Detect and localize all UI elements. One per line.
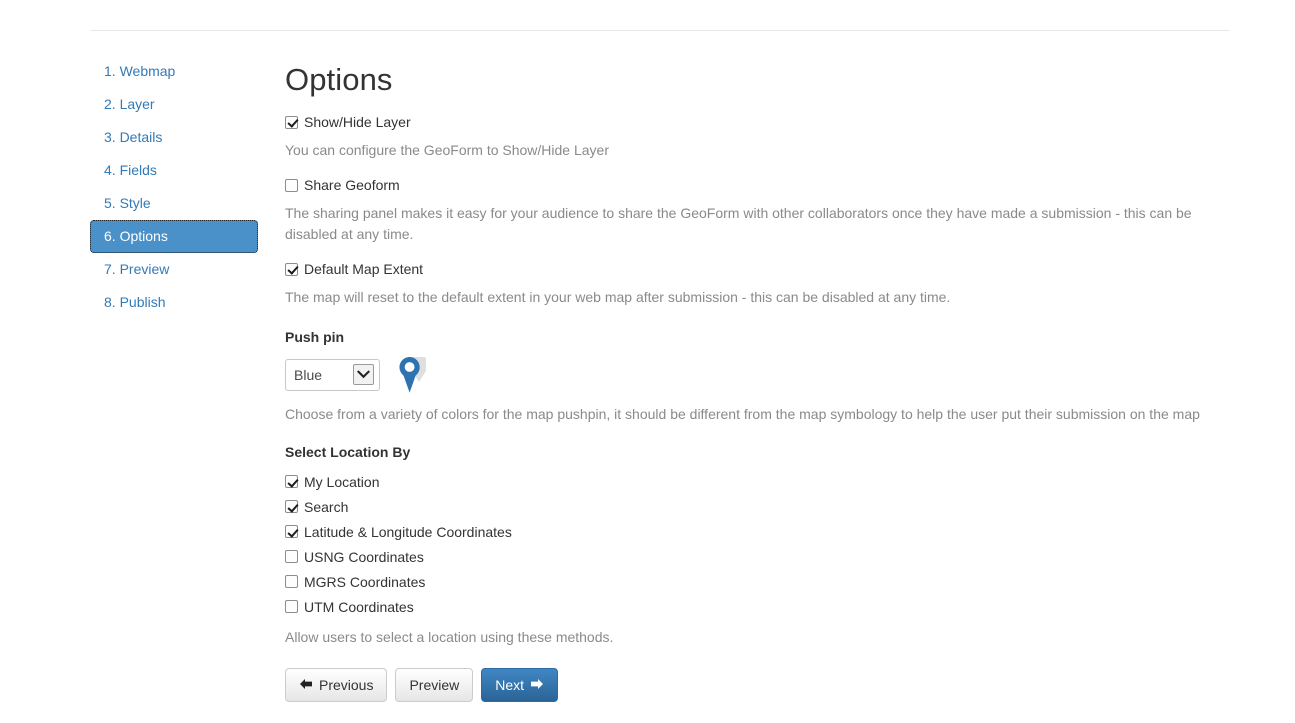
location-option-lat-long[interactable]: Latitude & Longitude Coordinates	[285, 519, 1225, 544]
location-option-search[interactable]: Search	[285, 494, 1225, 519]
push-pin-help: Choose from a variety of colors for the …	[285, 406, 1200, 422]
sidebar-item-style[interactable]: 5. Style	[90, 187, 258, 220]
utm-checkbox[interactable]	[285, 600, 298, 613]
previous-button[interactable]: Previous	[285, 668, 388, 702]
sidebar-item-webmap[interactable]: 1. Webmap	[90, 55, 258, 88]
options-panel: Options Show/Hide Layer You can configur…	[285, 62, 1225, 702]
page-root: 1. Webmap 2. Layer 3. Details 4. Fields …	[0, 0, 1295, 723]
search-label[interactable]: Search	[304, 497, 348, 517]
default-map-extent-checkbox[interactable]	[285, 262, 298, 276]
mgrs-label[interactable]: MGRS Coordinates	[304, 572, 425, 592]
sidebar-item-publish[interactable]: 8. Publish	[90, 286, 258, 319]
location-option-utm[interactable]: UTM Coordinates	[285, 594, 1225, 619]
map-pin-icon	[394, 354, 434, 396]
show-hide-layer-row[interactable]: Show/Hide Layer	[285, 112, 1225, 132]
next-button[interactable]: Next	[481, 668, 559, 702]
preview-button-label: Preview	[409, 677, 460, 693]
mgrs-checkbox[interactable]	[285, 575, 298, 588]
default-map-extent-row[interactable]: Default Map Extent	[285, 259, 1225, 279]
my-location-label[interactable]: My Location	[304, 472, 379, 492]
lat-long-checkbox[interactable]	[285, 525, 298, 538]
show-hide-layer-checkbox[interactable]	[285, 115, 298, 129]
location-option-usng[interactable]: USNG Coordinates	[285, 544, 1225, 569]
previous-button-label: Previous	[319, 677, 374, 693]
wizard-button-row: Previous Preview Next	[285, 668, 1225, 702]
share-geoform-row[interactable]: Share Geoform	[285, 175, 1225, 195]
my-location-checkbox[interactable]	[285, 475, 298, 488]
sidebar-item-preview[interactable]: 7. Preview	[90, 253, 258, 286]
default-map-extent-help: The map will reset to the default extent…	[285, 289, 951, 305]
sidebar-item-details[interactable]: 3. Details	[90, 121, 258, 154]
arrow-left-icon	[299, 678, 313, 692]
push-pin-color-select[interactable]: Blue	[285, 359, 380, 391]
share-geoform-label[interactable]: Share Geoform	[304, 175, 400, 195]
share-geoform-checkbox[interactable]	[285, 178, 298, 192]
utm-label[interactable]: UTM Coordinates	[304, 597, 414, 617]
usng-checkbox[interactable]	[285, 550, 298, 563]
push-pin-row: Blue	[285, 354, 1225, 396]
push-pin-color-select-wrap[interactable]: Blue	[285, 359, 380, 391]
select-location-by-label: Select Location By	[285, 444, 411, 460]
share-geoform-help: The sharing panel makes it easy for your…	[285, 205, 1192, 242]
push-pin-label: Push pin	[285, 329, 345, 345]
wizard-step-nav: 1. Webmap 2. Layer 3. Details 4. Fields …	[90, 55, 258, 319]
sidebar-item-fields[interactable]: 4. Fields	[90, 154, 258, 187]
select-location-by-help: Allow users to select a location using t…	[285, 629, 614, 645]
page-title: Options	[285, 62, 393, 97]
default-map-extent-label[interactable]: Default Map Extent	[304, 259, 423, 279]
lat-long-label[interactable]: Latitude & Longitude Coordinates	[304, 522, 512, 542]
arrow-right-icon	[530, 678, 544, 692]
search-checkbox[interactable]	[285, 500, 298, 513]
location-option-my-location[interactable]: My Location	[285, 469, 1225, 494]
location-option-mgrs[interactable]: MGRS Coordinates	[285, 569, 1225, 594]
select-location-by-list: My Location Search Latitude & Longitude …	[285, 469, 1225, 619]
show-hide-layer-help: You can configure the GeoForm to Show/Hi…	[285, 142, 610, 158]
sidebar-item-options[interactable]: 6. Options	[90, 220, 258, 253]
next-button-label: Next	[495, 677, 525, 693]
preview-button[interactable]: Preview	[395, 668, 474, 702]
sidebar-item-layer[interactable]: 2. Layer	[90, 88, 258, 121]
show-hide-layer-label[interactable]: Show/Hide Layer	[304, 112, 411, 132]
usng-label[interactable]: USNG Coordinates	[304, 547, 424, 567]
header-divider	[90, 30, 1230, 31]
